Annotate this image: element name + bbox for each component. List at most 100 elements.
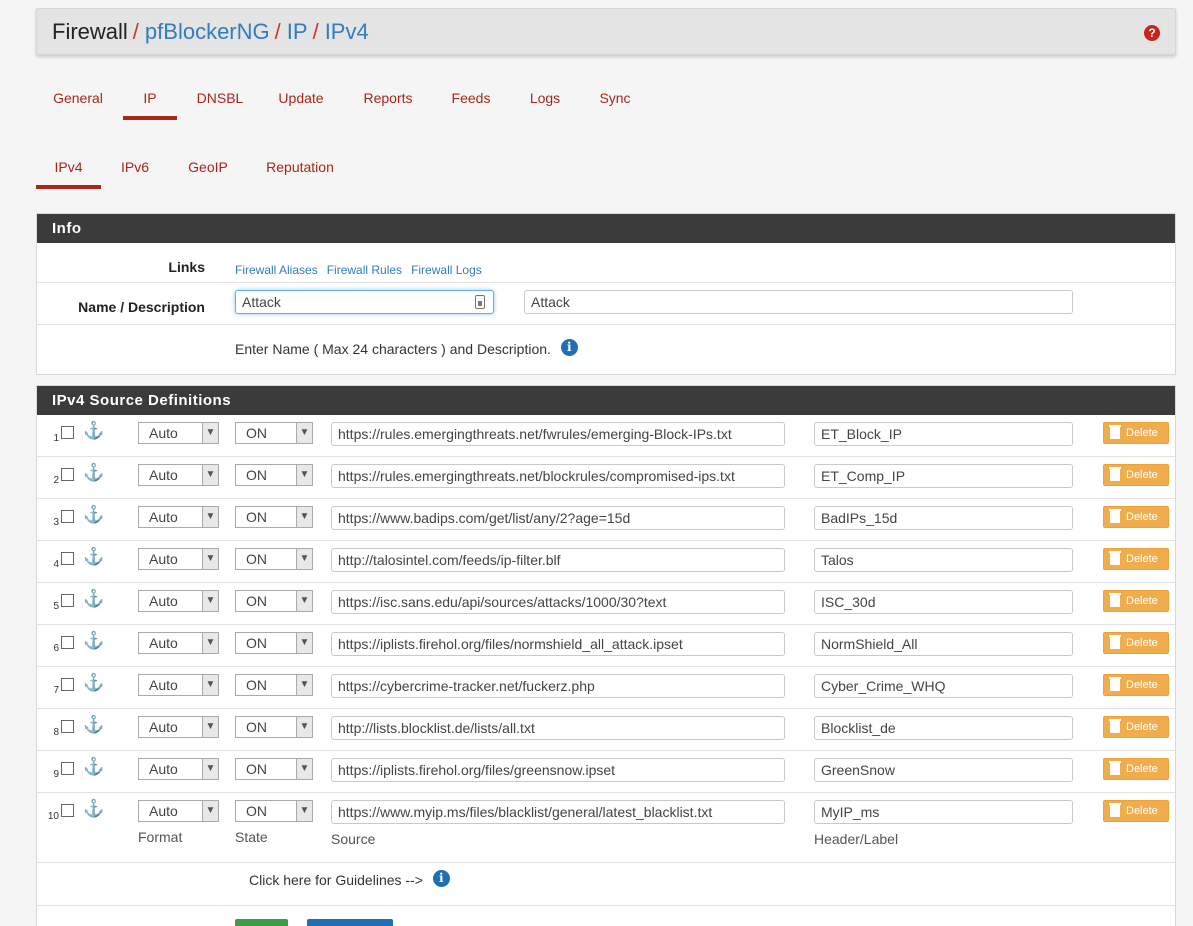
anchor-icon[interactable]: ⚓ <box>83 547 104 567</box>
header-label-input[interactable]: ET_Block_IP <box>814 422 1073 446</box>
source-url-input[interactable]: https://iplists.firehol.org/files/normsh… <box>331 632 785 656</box>
tab-reports[interactable]: Reports <box>339 80 437 120</box>
link-firewall-aliases[interactable]: Firewall Aliases <box>235 263 318 277</box>
header-label-input[interactable]: Talos <box>814 548 1073 572</box>
delete-button[interactable]: Delete <box>1103 590 1169 612</box>
delete-button[interactable]: Delete <box>1103 548 1169 570</box>
header-label-input[interactable]: ET_Comp_IP <box>814 464 1073 488</box>
format-select[interactable]: Auto ▼ <box>138 800 219 822</box>
anchor-icon[interactable]: ⚓ <box>83 631 104 651</box>
state-select[interactable]: ON ▼ <box>235 548 313 570</box>
row-checkbox[interactable] <box>61 636 74 649</box>
tab-ipv4[interactable]: IPv4 <box>36 149 101 189</box>
delete-button[interactable]: Delete <box>1103 632 1169 654</box>
row-checkbox[interactable] <box>61 678 74 691</box>
source-url-input[interactable]: https://cybercrime-tracker.net/fuckerz.p… <box>331 674 785 698</box>
format-select[interactable]: Auto ▼ <box>138 632 219 654</box>
tab-general[interactable]: General <box>36 80 120 120</box>
delete-button[interactable]: Delete <box>1103 800 1169 822</box>
source-url-input[interactable]: http://talosintel.com/feeds/ip-filter.bl… <box>331 548 785 572</box>
row-checkbox[interactable] <box>61 804 74 817</box>
add-button[interactable] <box>235 919 288 926</box>
anchor-icon[interactable]: ⚓ <box>83 715 104 735</box>
row-number: 8 <box>53 727 59 738</box>
source-url-input[interactable]: https://rules.emergingthreats.net/fwrule… <box>331 422 785 446</box>
link-firewall-rules[interactable]: Firewall Rules <box>327 263 402 277</box>
description-input[interactable]: Attack <box>524 290 1073 314</box>
main-tabs: General IP DNSBL Update Reports Feeds Lo… <box>36 80 645 120</box>
row-checkbox[interactable] <box>61 762 74 775</box>
delete-button[interactable]: Delete <box>1103 422 1169 444</box>
format-select[interactable]: Auto ▼ <box>138 758 219 780</box>
bulk-button[interactable] <box>307 919 393 926</box>
help-icon[interactable]: ? <box>1144 25 1160 41</box>
anchor-icon[interactable]: ⚓ <box>83 799 104 819</box>
format-select[interactable]: Auto ▼ <box>138 590 219 612</box>
state-select[interactable]: ON ▼ <box>235 800 313 822</box>
state-select[interactable]: ON ▼ <box>235 506 313 528</box>
source-url-input[interactable]: http://lists.blocklist.de/lists/all.txt <box>331 716 785 740</box>
format-select[interactable]: Auto ▼ <box>138 548 219 570</box>
trash-icon <box>1109 425 1121 439</box>
breadcrumb-ip[interactable]: IP <box>287 19 308 44</box>
tab-dnsbl[interactable]: DNSBL <box>177 80 263 120</box>
tab-logs[interactable]: Logs <box>505 80 585 120</box>
state-select[interactable]: ON ▼ <box>235 758 313 780</box>
tab-reputation[interactable]: Reputation <box>247 149 353 189</box>
header-label-input[interactable]: Blocklist_de <box>814 716 1073 740</box>
tab-feeds[interactable]: Feeds <box>437 80 505 120</box>
state-select[interactable]: ON ▼ <box>235 632 313 654</box>
autofill-icon[interactable] <box>475 295 485 309</box>
row-checkbox[interactable] <box>61 720 74 733</box>
state-select[interactable]: ON ▼ <box>235 674 313 696</box>
anchor-icon[interactable]: ⚓ <box>83 589 104 609</box>
tab-update[interactable]: Update <box>263 80 339 120</box>
delete-button[interactable]: Delete <box>1103 716 1169 738</box>
delete-button[interactable]: Delete <box>1103 758 1169 780</box>
anchor-icon[interactable]: ⚓ <box>83 505 104 525</box>
format-select[interactable]: Auto ▼ <box>138 716 219 738</box>
guidelines-text[interactable]: Click here for Guidelines --> i <box>249 869 450 888</box>
row-checkbox[interactable] <box>61 594 74 607</box>
guidelines-info-icon[interactable]: i <box>432 869 450 887</box>
name-input[interactable]: Attack <box>235 290 494 314</box>
anchor-icon[interactable]: ⚓ <box>83 757 104 777</box>
anchor-icon[interactable]: ⚓ <box>83 673 104 693</box>
row-checkbox[interactable] <box>61 426 74 439</box>
header-label-input[interactable]: NormShield_All <box>814 632 1073 656</box>
delete-button[interactable]: Delete <box>1103 674 1169 696</box>
format-select[interactable]: Auto ▼ <box>138 464 219 486</box>
header-label-input[interactable]: BadIPs_15d <box>814 506 1073 530</box>
header-label-input[interactable]: ISC_30d <box>814 590 1073 614</box>
anchor-icon[interactable]: ⚓ <box>83 421 104 441</box>
row-checkbox[interactable] <box>61 510 74 523</box>
state-select[interactable]: ON ▼ <box>235 422 313 444</box>
header-label-input[interactable]: GreenSnow <box>814 758 1073 782</box>
source-url-input[interactable]: https://iplists.firehol.org/files/greens… <box>331 758 785 782</box>
source-url-input[interactable]: https://www.myip.ms/files/blacklist/gene… <box>331 800 785 824</box>
tab-ip[interactable]: IP <box>123 80 177 120</box>
source-url-input[interactable]: https://rules.emergingthreats.net/blockr… <box>331 464 785 488</box>
link-firewall-logs[interactable]: Firewall Logs <box>411 263 482 277</box>
tab-ipv6[interactable]: IPv6 <box>101 149 169 189</box>
format-select[interactable]: Auto ▼ <box>138 506 219 528</box>
delete-button[interactable]: Delete <box>1103 506 1169 528</box>
state-select[interactable]: ON ▼ <box>235 716 313 738</box>
format-select[interactable]: Auto ▼ <box>138 422 219 444</box>
delete-button[interactable]: Delete <box>1103 464 1169 486</box>
info-icon[interactable]: i <box>560 338 578 356</box>
header-label-input[interactable]: Cyber_Crime_WHQ <box>814 674 1073 698</box>
header-label-input[interactable]: MyIP_ms <box>814 800 1073 824</box>
format-select[interactable]: Auto ▼ <box>138 674 219 696</box>
tab-sync[interactable]: Sync <box>585 80 645 120</box>
row-checkbox[interactable] <box>61 552 74 565</box>
source-url-input[interactable]: https://www.badips.com/get/list/any/2?ag… <box>331 506 785 530</box>
breadcrumb-ipv4[interactable]: IPv4 <box>325 19 369 44</box>
state-select[interactable]: ON ▼ <box>235 464 313 486</box>
state-select[interactable]: ON ▼ <box>235 590 313 612</box>
row-checkbox[interactable] <box>61 468 74 481</box>
anchor-icon[interactable]: ⚓ <box>83 463 104 483</box>
tab-geoip[interactable]: GeoIP <box>169 149 247 189</box>
breadcrumb-pfblockerng[interactable]: pfBlockerNG <box>145 19 270 44</box>
source-url-input[interactable]: https://isc.sans.edu/api/sources/attacks… <box>331 590 785 614</box>
